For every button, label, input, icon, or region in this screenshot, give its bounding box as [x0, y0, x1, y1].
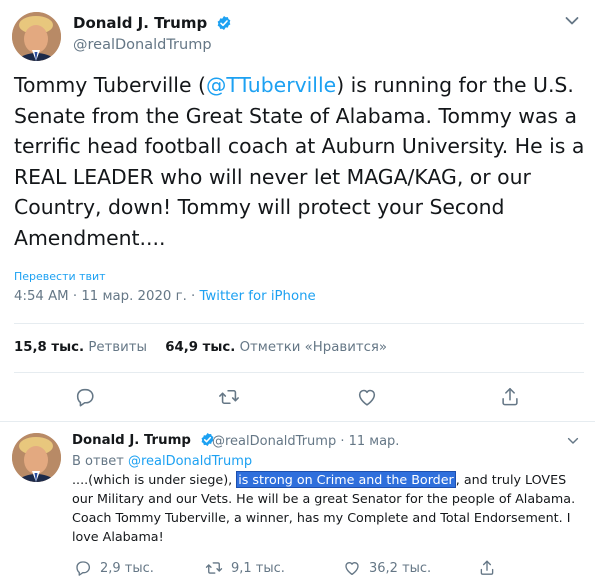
reply-author-handle[interactable]: @realDonaldTrump · 11 мар.	[212, 434, 399, 449]
share-button[interactable]	[478, 559, 496, 577]
chevron-down-icon[interactable]	[567, 437, 579, 445]
share-icon	[480, 560, 494, 575]
retweets-stat[interactable]: 15,8 тыс. Ретвиты	[14, 340, 147, 355]
retweets-label: Ретвиты	[88, 340, 148, 355]
likes-label: Отметки «Нравится»	[239, 340, 388, 355]
source-link[interactable]: Twitter for iPhone	[200, 289, 316, 304]
tweet-text: Tommy Tuberville (@TTuberville) is runni…	[14, 70, 586, 253]
share-button[interactable]	[499, 386, 521, 408]
author-handle[interactable]: @realDonaldTrump	[73, 37, 212, 53]
retweet-button[interactable]	[218, 386, 240, 408]
reply-icon	[76, 388, 94, 407]
reply-to-prefix: В ответ	[72, 454, 128, 469]
verified-badge-icon	[218, 16, 231, 30]
likes-stat[interactable]: 64,9 тыс. Отметки «Нравится»	[165, 340, 387, 355]
like-count: 36,2 тыс.	[369, 560, 432, 576]
reply-text-before: ....(which is under siege),	[72, 472, 237, 487]
avatar[interactable]	[12, 433, 61, 482]
heart-icon	[345, 562, 359, 576]
divider	[0, 421, 595, 422]
tweet-stats: 15,8 тыс. Ретвиты 64,9 тыс. Отметки «Нра…	[14, 340, 387, 355]
chevron-down-icon[interactable]	[565, 16, 579, 26]
reply-icon	[76, 561, 91, 576]
like-button[interactable]: 36,2 тыс.	[343, 559, 431, 577]
likes-count: 64,9 тыс.	[165, 340, 236, 355]
translate-tweet-link[interactable]: Перевести твит	[14, 270, 106, 283]
reply-author-name-label: Donald J. Trump	[72, 433, 191, 448]
retweet-icon	[219, 389, 239, 405]
tweet-text-part1: Tommy Tuberville (	[14, 73, 206, 97]
reply-author-name[interactable]: Donald J. Trump	[72, 432, 215, 448]
like-button[interactable]	[356, 386, 378, 408]
heart-icon	[358, 389, 376, 406]
timestamp[interactable]: 4:54 AM · 11 мар. 2020 г. ·	[14, 289, 200, 304]
selected-text-highlight: is strong on Crime and the Border	[236, 471, 456, 488]
author-name-label: Donald J. Trump	[73, 14, 208, 32]
reply-to-handle-link[interactable]: @realDonaldTrump	[128, 454, 252, 469]
reply-button[interactable]	[74, 386, 96, 408]
reply-to-line: В ответ @realDonaldTrump	[72, 454, 252, 469]
author-name[interactable]: Donald J. Trump	[73, 14, 232, 32]
tweet-text-part2: ) is running for the U.S. Senate from th…	[14, 73, 585, 250]
tweet-meta: 4:54 AM · 11 мар. 2020 г. · Twitter for …	[14, 289, 316, 304]
retweet-button[interactable]: 9,1 тыс.	[205, 559, 285, 577]
retweet-icon	[205, 562, 223, 574]
reply-count: 2,9 тыс.	[100, 560, 154, 576]
mention-link[interactable]: @TTuberville	[206, 73, 336, 97]
retweet-count: 9,1 тыс.	[231, 560, 285, 576]
retweets-count: 15,8 тыс.	[14, 340, 85, 355]
reply-button[interactable]: 2,9 тыс.	[74, 559, 154, 577]
divider	[14, 372, 584, 373]
reply-tweet-text: ....(which is under siege), is strong on…	[72, 470, 584, 546]
share-icon	[502, 387, 518, 406]
avatar[interactable]	[12, 12, 61, 61]
divider	[14, 323, 584, 324]
